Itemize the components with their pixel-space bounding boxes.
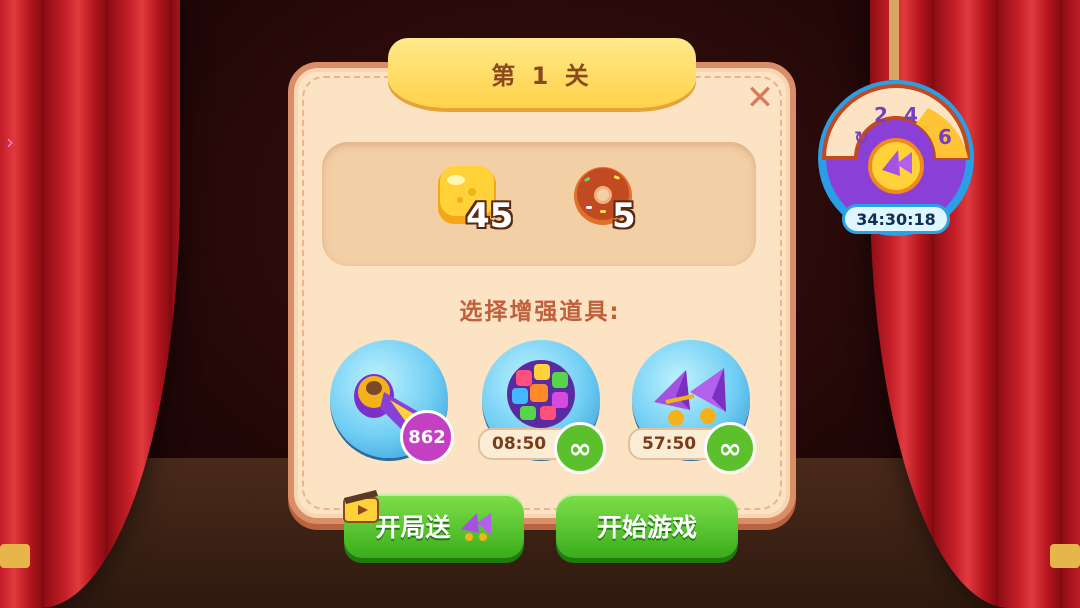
booster-paper-plane[interactable]: 57:50 ∞ [628,340,756,474]
start-game-button[interactable]: 开始游戏 [556,494,738,558]
goal-donut: 5 [570,162,636,236]
start-game-label: 开始游戏 [596,513,697,542]
wheel-refresh-icon: ↻ [854,128,869,149]
wheel-segment-6: 6 [938,125,952,149]
close-button[interactable]: ✕ [744,81,776,115]
infinite-icon: ∞ [554,422,606,474]
level-goals-box: 45 5 [322,142,756,266]
level-title: 第 1 关 [491,61,593,90]
left-curtain-tie [0,544,30,568]
wheel-segment-4: 4 [904,103,918,127]
wheel-rope [889,0,899,80]
booster-count-badge: 862 [400,410,454,464]
side-menu-arrow-icon[interactable]: › [6,130,14,154]
booster-drill-rocket[interactable]: 862 [330,340,454,464]
bonus-start-label: 开局送 [375,513,451,542]
goal-donut-count: 5 [612,196,636,236]
video-ad-clapper-icon [343,490,379,523]
wheel-segment-2: 2 [874,103,888,127]
right-curtain-tie [1050,544,1080,568]
goal-jelly-count: 45 [466,196,514,236]
booster-prompt: 选择增强道具: [459,299,621,325]
paper-plane-reward-icon [460,513,491,541]
wheel-timer: 34:30:18 [842,204,950,234]
goal-jelly: 45 [434,162,513,236]
booster-rainbow-ball[interactable]: 08:50 ∞ [478,340,606,474]
infinite-icon: ∞ [704,422,756,474]
level-title-tab: 第 1 关 [388,38,696,108]
